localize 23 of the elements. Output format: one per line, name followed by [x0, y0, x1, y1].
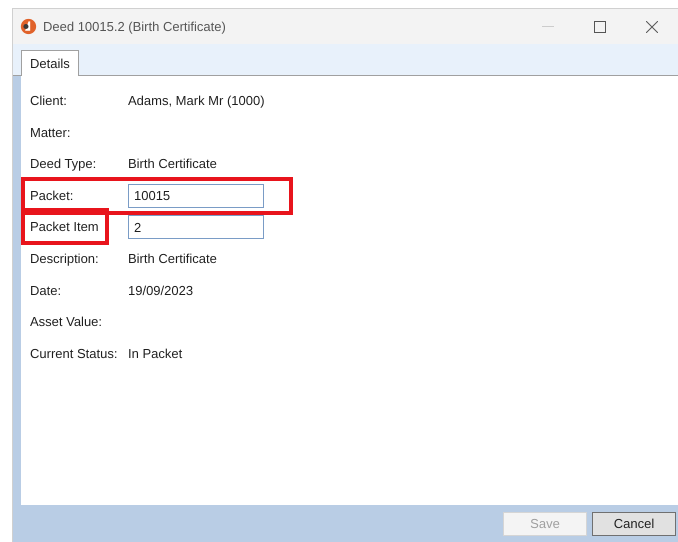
field-label: Packet Item — [30, 218, 99, 236]
field-label: Description: — [30, 250, 99, 268]
dialog-button[interactable]: Cancel — [592, 512, 676, 536]
field-label: Matter: — [30, 124, 70, 142]
field-value: Birth Certificate — [128, 155, 217, 174]
field-value: Adams, Mark Mr (1000) — [128, 92, 265, 110]
field-label: Asset Value: — [30, 313, 102, 332]
input-field[interactable]: 2 — [128, 215, 264, 240]
field-label: Current Status: — [30, 344, 118, 363]
maximize-icon — [594, 20, 606, 32]
field-label: Deed Type: — [30, 155, 96, 174]
field-label: Date: — [30, 282, 62, 300]
field-value: In Packet — [128, 344, 182, 363]
logo-icon — [20, 18, 37, 35]
tab[interactable]: Details — [21, 50, 79, 76]
window-title: Deed 10015.2 (Birth Certificate) — [43, 18, 226, 36]
input-field[interactable]: 10015 — [128, 184, 264, 208]
field-value: Birth Certificate — [128, 250, 217, 268]
minimize-icon — [542, 26, 554, 28]
field-label: Client: — [30, 92, 67, 110]
close-icon — [646, 20, 658, 32]
field-label: Packet: — [30, 186, 74, 205]
field-value: 19/09/2023 — [128, 282, 194, 300]
